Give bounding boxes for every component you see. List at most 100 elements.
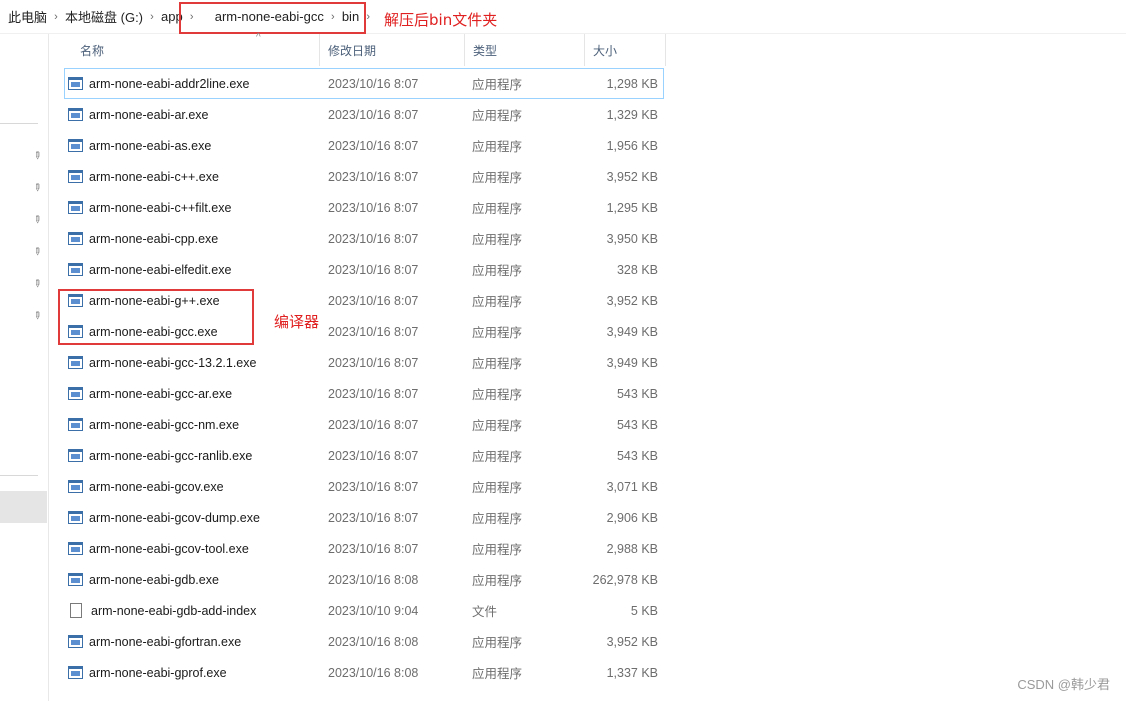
column-header-name[interactable]: 名称: [72, 34, 320, 66]
pin-icon[interactable]: ✎: [30, 245, 44, 260]
breadcrumb-app[interactable]: app: [159, 5, 185, 29]
file-size: 5 KB: [630, 603, 658, 618]
file-size: 1,329 KB: [606, 107, 658, 122]
file-type: 应用程序: [472, 357, 523, 371]
file-name: arm-none-eabi-gcc-nm.exe: [89, 417, 240, 432]
nav-item-selected[interactable]: [0, 491, 47, 523]
nav-divider: [0, 475, 38, 476]
breadcrumb-arm-none-eabi-gcc[interactable]: arm-none-eabi-gcc: [213, 5, 326, 29]
exe-icon: [68, 387, 83, 400]
exe-icon: [68, 108, 83, 121]
file-row[interactable]: arm-none-eabi-ar.exe 2023/10/16 8:07 应用程序 1…: [64, 99, 664, 130]
file-date: 2023/10/16 8:08: [328, 634, 419, 649]
file-row[interactable]: arm-none-eabi-as.exe 2023/10/16 8:07 应用程序 1…: [64, 130, 664, 161]
file-date: 2023/10/16 8:08: [328, 665, 419, 680]
breadcrumb: 此电脑 › 本地磁盘 (G:) › app › arm-none-eabi-gc…: [0, 0, 1126, 34]
file-row[interactable]: arm-none-eabi-c++filt.exe 2023/10/16 8:07…: [64, 192, 664, 223]
file-name: arm-none-eabi-gdb.exe: [89, 572, 219, 587]
file-row[interactable]: arm-none-eabi-gcc-ar.exe 2023/10/16 8:07 应…: [64, 378, 664, 409]
file-name: arm-none-eabi-gcc-13.2.1.exe: [89, 355, 257, 370]
file-row[interactable]: arm-none-eabi-gprof.exe 2023/10/16 8:08 应用…: [64, 657, 664, 688]
file-size: 3,952 KB: [606, 293, 658, 308]
file-type: 应用程序: [472, 388, 523, 402]
exe-icon: [68, 170, 83, 183]
column-header-date[interactable]: 修改日期: [320, 34, 465, 66]
file-explorer-window: 此电脑 › 本地磁盘 (G:) › app › arm-none-eabi-gc…: [0, 0, 1126, 701]
file-name-cell: arm-none-eabi-gcov-dump.exe: [68, 502, 260, 533]
annotation-compiler-note: 编译器: [274, 313, 320, 331]
file-name-cell: arm-none-eabi-gcc-nm.exe: [68, 409, 239, 440]
file-size: 2,988 KB: [606, 541, 658, 556]
column-header-type-label: 类型: [473, 43, 498, 58]
breadcrumb-separator-icon[interactable]: ›: [49, 11, 63, 23]
nav-divider: [0, 123, 38, 124]
exe-icon: [68, 356, 83, 369]
file-date: 2023/10/16 8:07: [328, 138, 419, 153]
file-row[interactable]: arm-none-eabi-gcov-dump.exe 2023/10/16 8:…: [64, 502, 664, 533]
file-row[interactable]: arm-none-eabi-elfedit.exe 2023/10/16 8:07…: [64, 254, 664, 285]
file-name: arm-none-eabi-as.exe: [89, 138, 212, 153]
file-name: arm-none-eabi-gdb-add-index: [91, 603, 257, 618]
file-row[interactable]: arm-none-eabi-gcc-ranlib.exe 2023/10/16 8…: [64, 440, 664, 471]
file-row[interactable]: arm-none-eabi-gdb.exe 2023/10/16 8:08 应用程序…: [64, 564, 664, 595]
exe-icon: [68, 77, 83, 90]
file-type: 应用程序: [472, 636, 523, 650]
pin-icon[interactable]: ✎: [30, 149, 44, 164]
file-name-cell: arm-none-eabi-gcc.exe: [68, 316, 218, 347]
file-row[interactable]: arm-none-eabi-c++.exe 2023/10/16 8:07 应用程序…: [64, 161, 664, 192]
file-date: 2023/10/16 8:07: [328, 355, 419, 370]
file-type: 应用程序: [472, 326, 523, 340]
file-row[interactable]: arm-none-eabi-gcov.exe 2023/10/16 8:07 应用程…: [64, 471, 664, 502]
exe-icon: [68, 635, 83, 648]
breadcrumb-separator-icon[interactable]: ›: [145, 11, 159, 23]
file-name-cell: arm-none-eabi-ar.exe: [68, 99, 209, 130]
file-size: 262,978 KB: [592, 572, 658, 587]
breadcrumb-bin[interactable]: bin: [340, 5, 361, 29]
exe-icon: [68, 294, 83, 307]
file-name-cell: arm-none-eabi-gfortran.exe: [68, 626, 241, 657]
file-date: 2023/10/16 8:07: [328, 169, 419, 184]
file-date: 2023/10/16 8:07: [328, 541, 419, 556]
file-type: 应用程序: [472, 512, 523, 526]
file-size: 543 KB: [616, 417, 658, 432]
file-row[interactable]: arm-none-eabi-gcc-nm.exe 2023/10/16 8:07 应…: [64, 409, 664, 440]
file-row[interactable]: arm-none-eabi-g++.exe 2023/10/16 8:07 应用程序…: [64, 285, 664, 316]
file-row[interactable]: arm-none-eabi-gcc-13.2.1.exe 2023/10/16 8…: [64, 347, 664, 378]
pin-icon[interactable]: ✎: [30, 213, 44, 228]
file-row[interactable]: arm-none-eabi-gdb-add-index 2023/10/10 9:…: [64, 595, 664, 626]
file-date: 2023/10/16 8:07: [328, 231, 419, 246]
breadcrumb-separator-icon[interactable]: ›: [185, 11, 199, 23]
column-header-type[interactable]: 类型: [465, 34, 585, 66]
exe-icon: [68, 511, 83, 524]
file-size: 328 KB: [616, 262, 658, 277]
file-date: 2023/10/16 8:07: [328, 107, 419, 122]
exe-icon: [68, 325, 83, 338]
file-name: arm-none-eabi-g++.exe: [89, 293, 220, 308]
file-name-cell: arm-none-eabi-elfedit.exe: [68, 254, 231, 285]
exe-icon: [68, 139, 83, 152]
file-row[interactable]: arm-none-eabi-gcov-tool.exe 2023/10/16 8:…: [64, 533, 664, 564]
exe-icon: [68, 201, 83, 214]
file-name: arm-none-eabi-gprof.exe: [89, 665, 227, 680]
file-row[interactable]: arm-none-eabi-gfortran.exe 2023/10/16 8:0…: [64, 626, 664, 657]
file-row[interactable]: arm-none-eabi-gcc.exe 2023/10/16 8:07 应用程序…: [64, 316, 664, 347]
file-size: 1,956 KB: [606, 138, 658, 153]
file-name-cell: arm-none-eabi-gcov-tool.exe: [68, 533, 249, 564]
breadcrumb-separator-icon[interactable]: ›: [326, 11, 340, 23]
file-row[interactable]: arm-none-eabi-cpp.exe 2023/10/16 8:07 应用程序…: [64, 223, 664, 254]
file-row[interactable]: arm-none-eabi-addr2line.exe 2023/10/16 8:…: [64, 68, 664, 99]
column-headers: ^ 名称 修改日期 类型 大小: [64, 32, 666, 66]
navigation-pane: ✎ ✎ ✎ ✎ ✎ ✎: [0, 34, 49, 701]
pin-icon[interactable]: ✎: [30, 309, 44, 324]
column-header-size[interactable]: 大小: [585, 34, 666, 66]
file-name: arm-none-eabi-gcc-ar.exe: [89, 386, 233, 401]
file-date: 2023/10/16 8:07: [328, 479, 419, 494]
breadcrumb-drive-g[interactable]: 本地磁盘 (G:): [63, 5, 145, 29]
breadcrumb-separator-icon[interactable]: ›: [361, 11, 375, 23]
file-size: 3,952 KB: [606, 169, 658, 184]
file-size: 1,337 KB: [606, 665, 658, 680]
pin-icon[interactable]: ✎: [30, 181, 44, 196]
file-name-cell: arm-none-eabi-cpp.exe: [68, 223, 218, 254]
breadcrumb-this-pc[interactable]: 此电脑: [6, 5, 49, 29]
pin-icon[interactable]: ✎: [30, 277, 44, 292]
